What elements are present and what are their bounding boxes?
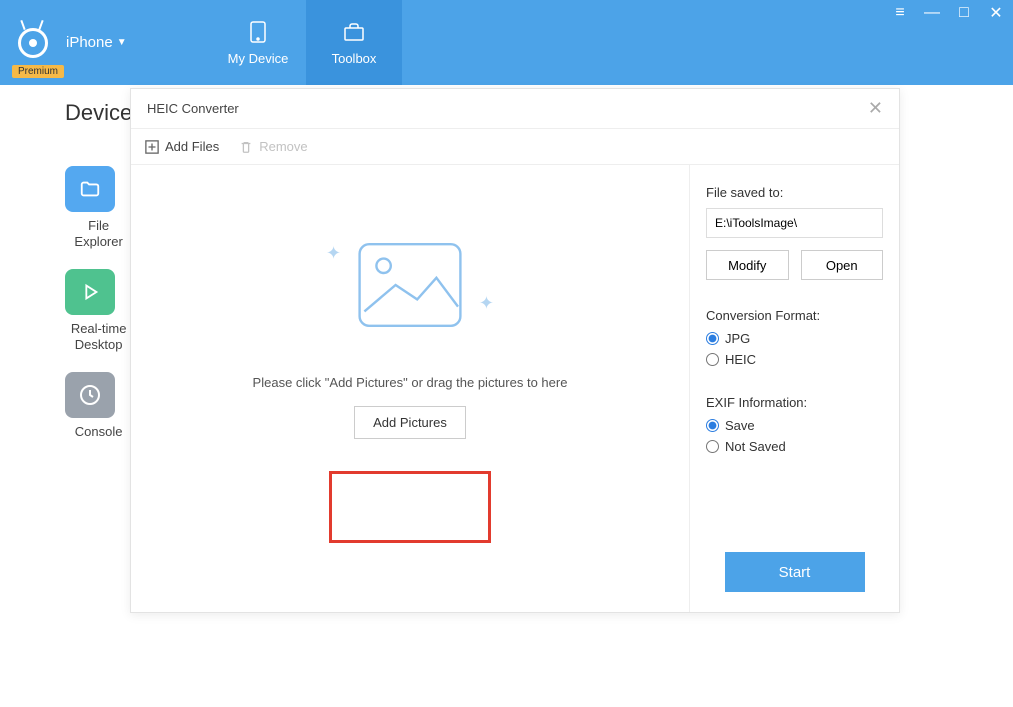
radio-jpg[interactable]: JPG [706, 331, 883, 346]
tile-label: Real-timeDesktop [65, 321, 132, 352]
remove-button: Remove [239, 139, 307, 154]
open-button[interactable]: Open [801, 250, 884, 280]
heic-converter-dialog: HEIC Converter ✕ Add Files Remove ✦ [130, 88, 900, 613]
tab-toolbox[interactable]: Toolbox [306, 0, 402, 85]
add-pictures-button[interactable]: Add Pictures [354, 406, 466, 439]
start-button[interactable]: Start [725, 552, 865, 592]
drop-area[interactable]: ✦ ✦ Please click "Add Pictures" or drag … [131, 165, 689, 612]
dialog-toolbar: Add Files Remove [131, 129, 899, 165]
tile-label: Console [65, 424, 132, 440]
modify-button[interactable]: Modify [706, 250, 789, 280]
close-window-icon[interactable]: ✕ [987, 4, 1005, 22]
tile-realtime-desktop[interactable]: Real-timeDesktop [65, 269, 132, 352]
radio-input[interactable] [706, 332, 719, 345]
button-label: Add Files [165, 139, 219, 154]
minimize-icon[interactable]: — [923, 4, 941, 22]
radio-label: JPG [725, 331, 750, 346]
radio-heic[interactable]: HEIC [706, 352, 883, 367]
radio-exif-save[interactable]: Save [706, 418, 883, 433]
annotation-highlight [329, 471, 491, 543]
play-icon [65, 269, 115, 315]
button-label: Remove [259, 139, 307, 154]
dialog-titlebar: HEIC Converter ✕ [131, 89, 899, 129]
radio-label: Not Saved [725, 439, 786, 454]
radio-exif-notsaved[interactable]: Not Saved [706, 439, 883, 454]
trash-icon [239, 140, 253, 154]
side-panel: File saved to: Modify Open Conversion Fo… [689, 165, 899, 612]
chevron-down-icon: ▼ [117, 37, 127, 48]
header-bar: Premium iPhone ▼ My Device Toolbox ≡ — □… [0, 0, 1013, 85]
tab-label: Toolbox [332, 51, 377, 66]
folder-icon [65, 166, 115, 212]
tab-my-device[interactable]: My Device [210, 0, 306, 85]
section-title: Device [65, 100, 132, 126]
tablet-icon [245, 19, 271, 45]
add-files-button[interactable]: Add Files [145, 139, 219, 154]
radio-label: Save [725, 418, 755, 433]
toolbox-icon [341, 19, 367, 45]
radio-label: HEIC [725, 352, 756, 367]
maximize-icon[interactable]: □ [955, 4, 973, 22]
radio-input[interactable] [706, 419, 719, 432]
tile-file-explorer[interactable]: FileExplorer [65, 166, 132, 249]
window-controls: ≡ — □ ✕ [891, 4, 1005, 22]
dialog-body: ✦ ✦ Please click "Add Pictures" or drag … [131, 165, 899, 612]
format-label: Conversion Format: [706, 308, 883, 323]
tile-console[interactable]: Console [65, 372, 132, 440]
tile-label: FileExplorer [65, 218, 132, 249]
device-label: iPhone [66, 34, 113, 51]
clock-icon [65, 372, 115, 418]
exif-label: EXIF Information: [706, 395, 883, 410]
dialog-title: HEIC Converter [147, 101, 239, 116]
menu-icon[interactable]: ≡ [891, 4, 909, 22]
header-tabs: My Device Toolbox [210, 0, 402, 85]
background-content: Device FileExplorer Real-timeDesktop Con… [0, 100, 132, 440]
plus-square-icon [145, 140, 159, 154]
tab-label: My Device [228, 51, 289, 66]
save-to-label: File saved to: [706, 185, 883, 200]
save-path-input[interactable] [706, 208, 883, 238]
logo-area: Premium iPhone ▼ [0, 0, 210, 85]
device-dropdown[interactable]: iPhone ▼ [66, 34, 127, 51]
close-icon[interactable]: ✕ [868, 98, 883, 119]
app-logo-icon: Premium [10, 20, 56, 66]
radio-input[interactable] [706, 353, 719, 366]
premium-badge: Premium [12, 65, 64, 78]
drop-instruction: Please click "Add Pictures" or drag the … [253, 375, 568, 390]
image-placeholder-icon: ✦ ✦ [350, 235, 470, 335]
radio-input[interactable] [706, 440, 719, 453]
